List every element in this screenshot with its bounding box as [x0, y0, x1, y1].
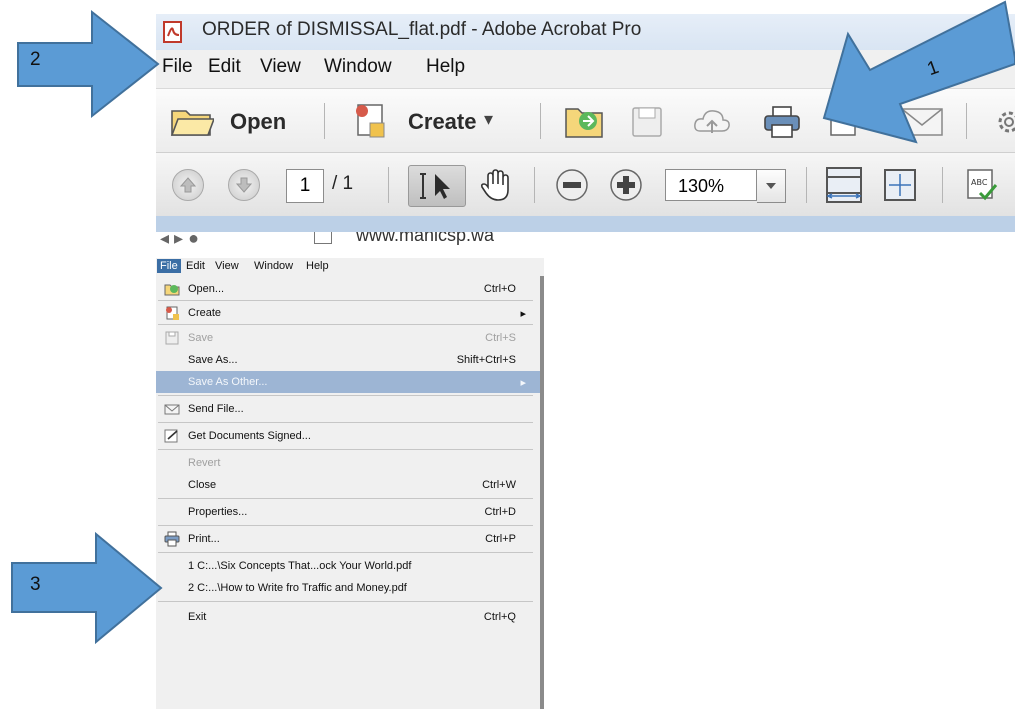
callout-arrow-1: [822, 0, 1015, 144]
callout-number-2: 2: [30, 49, 41, 70]
callout-number-3: 3: [30, 574, 41, 595]
annotation-layer: [11, 0, 1015, 645]
